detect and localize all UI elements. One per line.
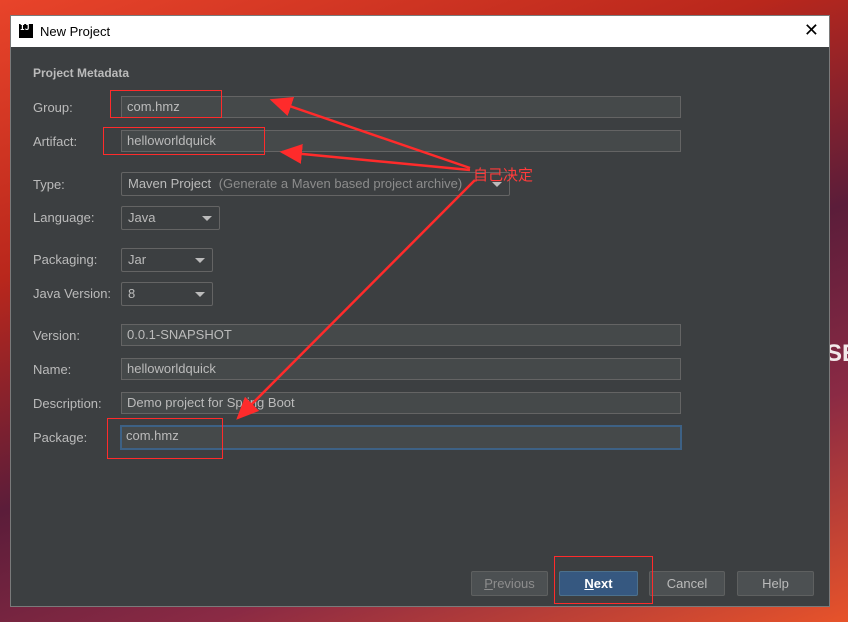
next-label-rest: ext (593, 576, 613, 591)
java-version-label: Java Version: (33, 286, 112, 301)
package-field[interactable]: com.hmz (120, 425, 682, 450)
next-button[interactable]: Next (559, 571, 638, 596)
artifact-field[interactable]: helloworldquick (121, 130, 681, 152)
intellij-icon: IJ (19, 24, 33, 38)
new-project-dialog: IJ New Project ✕ Project Metadata Group:… (10, 15, 830, 607)
group-label: Group: (33, 100, 73, 115)
next-mnemonic: N (584, 576, 594, 591)
artifact-label: Artifact: (33, 134, 78, 149)
type-label: Type: (33, 177, 65, 192)
type-select-hint: (Generate a Maven based project archive) (218, 176, 463, 191)
window-title: New Project (40, 24, 111, 39)
previous-button[interactable]: Previous (471, 571, 548, 596)
name-label: Name: (33, 362, 72, 377)
close-icon[interactable]: ✕ (804, 20, 819, 41)
type-select[interactable]: Maven Project (Generate a Maven based pr… (121, 172, 510, 196)
language-select-value: Java (128, 210, 156, 225)
java-version-select-value: 8 (128, 286, 136, 301)
type-select-value: Maven Project (128, 176, 212, 191)
previous-label-rest: revious (492, 576, 535, 591)
description-label: Description: (33, 396, 102, 411)
version-label: Version: (33, 328, 80, 343)
section-title: Project Metadata (33, 66, 130, 80)
package-label: Package: (33, 430, 88, 445)
description-field[interactable]: Demo project for Spring Boot (121, 392, 681, 414)
chevron-down-icon (195, 292, 205, 297)
cancel-button[interactable]: Cancel (649, 571, 725, 596)
language-label: Language: (33, 210, 95, 225)
packaging-label: Packaging: (33, 252, 98, 267)
chevron-down-icon (202, 216, 212, 221)
version-field[interactable]: 0.0.1-SNAPSHOT (121, 324, 681, 346)
title-bar: IJ New Project ✕ (11, 16, 829, 47)
name-field[interactable]: helloworldquick (121, 358, 681, 380)
previous-mnemonic: P (484, 576, 493, 591)
packaging-select[interactable]: Jar (121, 248, 213, 272)
group-field[interactable]: com.hmz (121, 96, 681, 118)
packaging-select-value: Jar (128, 252, 147, 267)
java-version-select[interactable]: 8 (121, 282, 213, 306)
help-button[interactable]: Help (737, 571, 814, 596)
chevron-down-icon (195, 258, 205, 263)
annotation-label: 自己决定 (473, 167, 534, 184)
language-select[interactable]: Java (121, 206, 220, 230)
